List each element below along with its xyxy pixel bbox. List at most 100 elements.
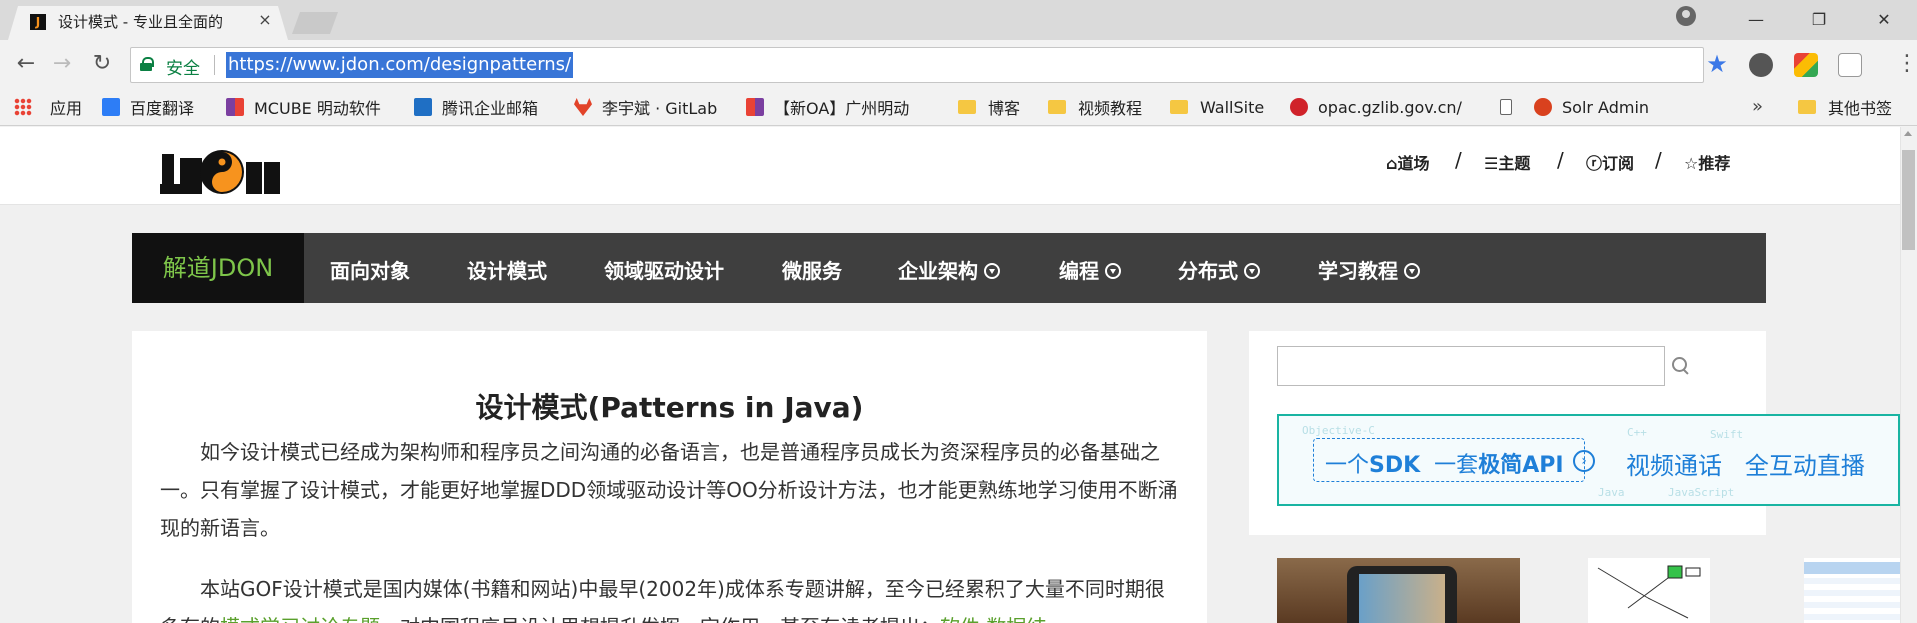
sidebar-search-input[interactable]	[1277, 346, 1665, 386]
ad-text: 极简API	[1478, 453, 1564, 478]
bookmark-wallsite[interactable]: WallSite	[1170, 95, 1264, 119]
translate-icon	[102, 98, 120, 116]
nav-distributed[interactable]: 分布式	[1178, 255, 1260, 283]
bookmark-other[interactable]: 其他书签	[1798, 95, 1892, 119]
topnav-topics[interactable]: ☰主题	[1484, 150, 1530, 173]
article-paragraph-2: 本站GOF设计模式是国内媒体(书籍和网站)中最早(2002年)成体系专题讲解，至…	[160, 570, 1180, 623]
back-button[interactable]: ←	[12, 50, 40, 78]
reload-button[interactable]: ↻	[88, 50, 116, 78]
data-structure-link[interactable]: 软件 数据结	[940, 615, 1046, 623]
tab-strip	[0, 0, 1917, 40]
ad-decoration: Objective-C	[1302, 424, 1375, 437]
ad-decoration: C++	[1627, 426, 1647, 439]
bookmark-label: 百度翻译	[130, 99, 195, 118]
bookmark-tencent-mail[interactable]: 腾讯企业邮箱	[414, 95, 538, 119]
mcube-icon	[226, 98, 244, 116]
nav-design-patterns[interactable]: 设计模式	[467, 255, 547, 283]
oa-icon	[746, 98, 764, 116]
bookmark-baidu-translate[interactable]: 百度翻译	[102, 95, 194, 119]
omnibox-divider	[214, 55, 215, 75]
tab-close-icon[interactable]: ×	[256, 10, 274, 30]
solr-icon	[1534, 98, 1552, 116]
mail-icon	[414, 98, 432, 116]
evernote-extension-icon[interactable]	[1749, 53, 1773, 77]
folder-icon	[958, 100, 976, 114]
nav-programming[interactable]: 编程	[1059, 255, 1121, 283]
secure-label[interactable]: 安全	[166, 54, 200, 79]
topnav-label: 道场	[1397, 154, 1430, 173]
bookmark-label: 博客	[988, 99, 1021, 118]
bookmark-opac[interactable]: opac.gzlib.gov.cn/	[1290, 95, 1480, 119]
topnav-subscribe[interactable]: ⓡ订阅	[1586, 150, 1634, 173]
pattern-discussion-link[interactable]: 模式学习讨论专题	[220, 615, 380, 623]
topnav-separator: /	[1655, 148, 1662, 172]
nav-label: 企业架构	[898, 259, 978, 283]
page-icon	[1500, 99, 1512, 115]
forward-button[interactable]: →	[48, 50, 76, 78]
nav-label: 编程	[1059, 259, 1099, 283]
ad-arrow-icon: ›	[1573, 450, 1595, 472]
bookmark-label: WallSite	[1200, 97, 1265, 117]
table-rows-image	[1804, 578, 1900, 623]
close-window-button[interactable]: ✕	[1870, 8, 1898, 32]
bookmark-mcube[interactable]: MCUBE 明动软件	[226, 95, 381, 119]
topnav-label: 推荐	[1698, 154, 1731, 173]
gitlab-icon	[574, 98, 592, 116]
nav-microservices[interactable]: 微服务	[782, 255, 842, 283]
bookmark-blog[interactable]: 博客	[958, 95, 1020, 119]
bookmark-page[interactable]	[1500, 95, 1516, 119]
phone-screen-image	[1359, 574, 1445, 623]
bookmark-video-tutorials[interactable]: 视频教程	[1048, 95, 1142, 119]
bookmarks-overflow-icon[interactable]: »	[1752, 96, 1763, 117]
paragraph-text: ，对中国程序员设计思想提升发挥一定作用，甚至有读者提出：	[380, 615, 940, 623]
folder-icon	[1798, 100, 1816, 114]
ad-tagline: 一个SDK 一套极简API	[1325, 447, 1564, 479]
topnav-dojo[interactable]: ⌂道场	[1386, 150, 1430, 173]
ad-text: 一个	[1325, 453, 1370, 478]
scroll-up-icon[interactable]	[1904, 131, 1912, 136]
ad-decoration: Java	[1598, 486, 1625, 499]
topnav-recommend[interactable]: ☆推荐	[1684, 150, 1731, 173]
brand-tab[interactable]: 解道JDON	[132, 233, 304, 303]
profile-icon[interactable]	[1676, 6, 1696, 26]
new-tab-button[interactable]	[292, 12, 338, 34]
ad-decoration: Swift	[1710, 428, 1744, 441]
nav-tutorials[interactable]: 学习教程	[1318, 255, 1420, 283]
bookmark-solr[interactable]: Solr Admin	[1534, 95, 1649, 119]
bookmark-gitlab[interactable]: 李宇斌 · GitLab	[574, 95, 717, 119]
article-paragraph-1: 如今设计模式已经成为架构师和程序员之间沟通的必备语言，也是普通程序员成长为资深程…	[160, 440, 1178, 540]
bookmark-label: 腾讯企业邮箱	[442, 99, 539, 118]
bookmark-label: MCUBE 明动软件	[254, 99, 381, 118]
search-icon[interactable]	[1672, 357, 1690, 375]
folder-icon	[1048, 100, 1066, 114]
scroll-thumb[interactable]	[1902, 150, 1915, 250]
folder-icon	[1170, 100, 1188, 114]
ad-text: 一套	[1434, 453, 1479, 478]
translate-extension-icon[interactable]	[1838, 53, 1862, 77]
dropdown-circle-icon	[1244, 263, 1260, 279]
jdon-logo[interactable]	[160, 144, 282, 196]
minimize-button[interactable]: —	[1742, 8, 1770, 32]
diagram-thumbnail[interactable]	[1588, 558, 1710, 623]
url-text[interactable]: https://www.jdon.com/designpatterns/	[226, 52, 574, 78]
nav-enterprise-architecture[interactable]: 企业架构	[898, 255, 1000, 283]
bookmark-label: opac.gzlib.gov.cn/	[1318, 97, 1462, 117]
nav-ddd[interactable]: 领域驱动设计	[604, 255, 724, 283]
ad-text: SDK	[1369, 453, 1421, 478]
bookmark-apps[interactable]: 应用	[14, 95, 82, 119]
chrome-menu-icon[interactable]: ⋮	[1896, 50, 1917, 78]
restore-button[interactable]: ❐	[1805, 8, 1833, 32]
lock-icon[interactable]	[140, 57, 154, 71]
nav-oop[interactable]: 面向对象	[330, 255, 410, 283]
topnav-separator: /	[1455, 148, 1462, 172]
bookmark-star-icon[interactable]: ★	[1704, 49, 1730, 79]
table-thumbnail[interactable]	[1804, 558, 1900, 623]
nav-label: 学习教程	[1318, 259, 1398, 283]
color-extension-icon[interactable]	[1794, 53, 1818, 77]
bookmark-oa[interactable]: 【新OA】广州明动	[746, 95, 936, 119]
nav-label: 分布式	[1178, 259, 1238, 283]
bookmark-label: 应用	[50, 99, 83, 118]
apps-icon	[14, 98, 32, 116]
video-call-thumbnail[interactable]	[1277, 558, 1520, 623]
bookmark-label: 视频教程	[1078, 99, 1143, 118]
